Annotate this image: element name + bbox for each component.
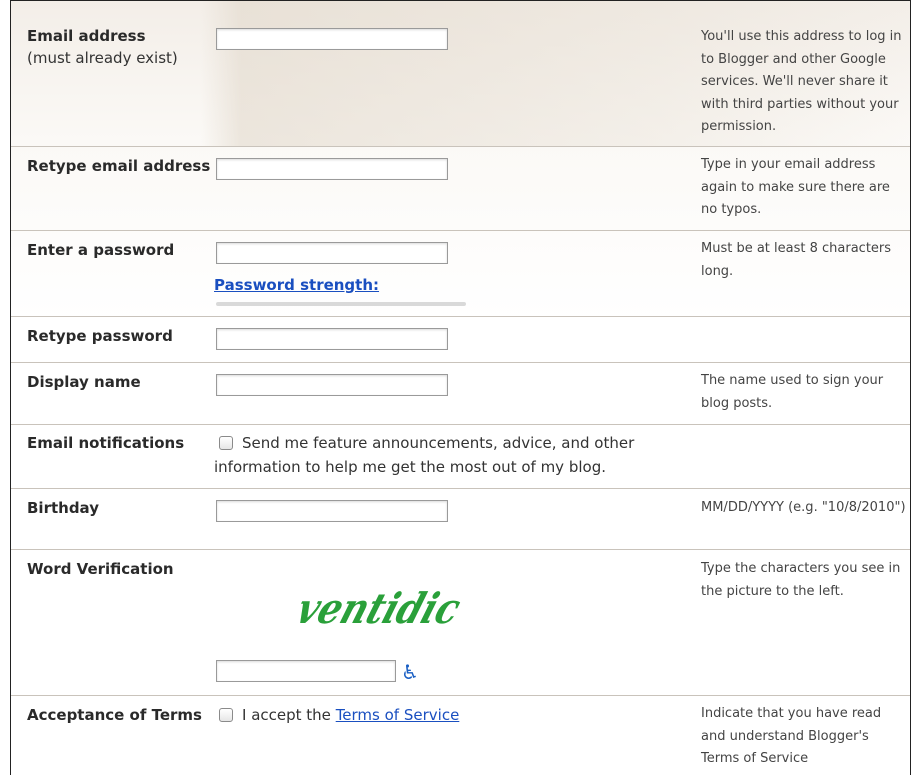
password-help: Must be at least 8 characters long. [701,241,892,279]
birthday-label: Birthday [27,499,99,517]
retype-email-input[interactable] [216,158,448,180]
email-label-text: Email address [27,27,146,45]
email-sublabel: (must already exist) [27,49,178,67]
retype-email-help: Type in your email address again to make… [701,157,890,217]
display-name-label: Display name [27,373,141,391]
row-display-name: Display name The name used to sign your … [11,362,910,425]
row-password: Enter a password Password strength: Must… [11,230,910,317]
password-input[interactable] [216,242,448,264]
display-name-input[interactable] [216,374,448,396]
row-notifications: Email notifications Send me feature anno… [11,424,910,489]
row-word-verification: Word Verification ventidic ♿ Type the ch… [11,549,910,696]
terms-of-service-link[interactable]: Terms of Service [336,706,460,724]
email-help: You'll use this address to log in to Blo… [701,29,902,134]
retype-password-label: Retype password [27,327,173,345]
word-verification-label: Word Verification [27,560,174,578]
notifications-checkbox-label: Send me feature announcements, advice, a… [214,434,635,476]
retype-password-input[interactable] [216,328,448,350]
email-input[interactable] [216,28,448,50]
terms-checkbox-label: I accept the Terms of Service [242,703,459,727]
birthday-input[interactable] [216,500,448,522]
password-strength-bar [216,302,466,306]
wheelchair-icon[interactable]: ♿ [401,660,419,684]
word-verification-help: Type the characters you see in the pictu… [701,561,901,599]
birthday-help: MM/DD/YYYY (e.g. "10/8/2010") [701,500,906,515]
terms-label: Acceptance of Terms [27,706,202,724]
row-retype-password: Retype password [11,316,910,363]
display-name-help: The name used to sign your blog posts. [701,373,884,411]
retype-email-label: Retype email address [27,157,211,175]
captcha-image: ventidic [291,585,467,634]
password-label: Enter a password [27,241,175,259]
captcha-input[interactable] [216,660,396,682]
row-terms: Acceptance of Terms I accept the Terms o… [11,695,910,776]
captcha-text: ventidic [291,585,467,634]
notifications-label: Email notifications [27,434,185,452]
row-birthday: Birthday MM/DD/YYYY (e.g. "10/8/2010") [11,488,910,550]
terms-checkbox[interactable] [219,708,233,722]
terms-help: Indicate that you have read and understa… [701,706,882,766]
email-label: Email address (must already exist) [27,25,178,69]
signup-form: Email address (must already exist) You'l… [10,0,911,775]
row-email: Email address (must already exist) You'l… [11,1,910,147]
password-strength-link[interactable]: Password strength: [214,276,379,294]
row-retype-email: Retype email address Type in your email … [11,146,910,231]
terms-accept-text: I accept the [242,706,331,724]
